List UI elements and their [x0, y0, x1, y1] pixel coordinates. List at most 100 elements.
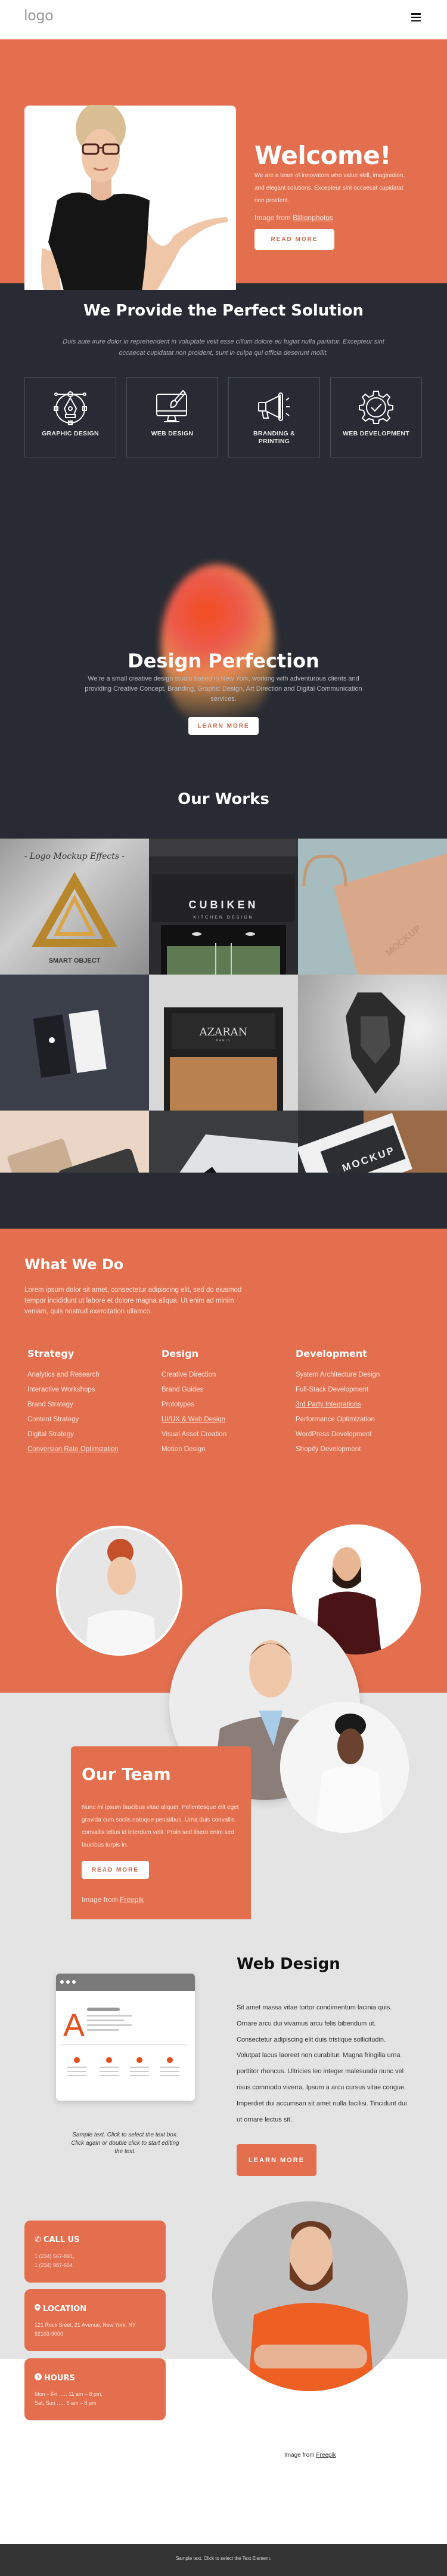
hero-text: We are a team of innovators who value sk…	[254, 169, 409, 207]
service-card-web-development[interactable]: WEB DEVELOPMENT	[330, 377, 422, 457]
footer: Sample text. Click to select the Text El…	[0, 2544, 447, 2576]
column-title: Strategy	[27, 1348, 119, 1359]
list-item: Interactive Workshops	[27, 1383, 119, 1397]
svg-text:PARIS: PARIS	[216, 1039, 231, 1043]
what-we-do-title: What We Do	[24, 1256, 123, 1273]
footer-text: Sample text. Click to select the Text El…	[0, 2556, 447, 2561]
work-item-azaran[interactable]: AZARAN PARIS	[149, 975, 298, 1111]
list-item: Full-Stack Development	[296, 1383, 380, 1397]
service-label: GRAPHIC DESIGN	[25, 430, 116, 438]
team-section: Our Team Nunc mi ipsum faucibus vitae al…	[0, 1496, 447, 1919]
svg-text:CUBIKEN: CUBIKEN	[188, 899, 258, 911]
team-card: Our Team Nunc mi ipsum faucibus vitae al…	[71, 1746, 251, 1919]
list-item: Digital Strategy	[27, 1427, 119, 1442]
works-gallery: - Logo Mockup Effects - SMART OBJECT CUB…	[0, 839, 447, 1173]
list-item: Shopify Development	[296, 1442, 380, 1457]
list-item: Performance Optimization	[296, 1412, 380, 1427]
work-caption: SMART OBJECT	[49, 957, 101, 964]
work-item-logo-mockup[interactable]: - Logo Mockup Effects - SMART OBJECT	[0, 839, 149, 975]
solutions-title: We Provide the Perfect Solution	[0, 302, 447, 320]
svg-text:- Logo Mockup Effects -: - Logo Mockup Effects -	[24, 852, 125, 861]
design-perfection-section: Design Perfection We're a small creative…	[0, 517, 447, 839]
megaphone-icon	[256, 389, 292, 425]
phone-icon: ✆	[35, 2235, 41, 2244]
list-item: Prototypes	[162, 1397, 226, 1412]
work-item-business-card-mockup[interactable]: MOCKUP MOCKUP	[298, 1111, 447, 1173]
team-text: Nunc mi ipsum faucibus vitae aliquet. Pe…	[82, 1801, 240, 1851]
read-more-button[interactable]: READ MORE	[254, 229, 334, 250]
solutions-text: Duis aute irure dolor in reprehenderit i…	[57, 336, 390, 359]
work-item-cards[interactable]: CARDS	[0, 1111, 149, 1173]
list-link[interactable]: UI/UX & Web Design	[162, 1416, 225, 1423]
list-item: Content Strategy	[27, 1412, 119, 1427]
column-title: Development	[296, 1348, 380, 1359]
contact-card-location: LOCATION 121 Rock Sreet, 21 Avenue, New …	[24, 2289, 166, 2351]
web-learn-more-button[interactable]: LEARN MORE	[237, 2144, 316, 2176]
clock-icon	[35, 2373, 42, 2383]
logo[interactable]: logo	[24, 7, 53, 24]
mockup-caption[interactable]: Sample text. Click to select the text bo…	[69, 2131, 182, 2156]
web-design-text: Sit amet massa vitae tortor condimentum …	[237, 2000, 409, 2127]
site-header: logo	[0, 0, 447, 39]
hamburger-icon[interactable]	[411, 13, 421, 21]
list-item: Brand Guides	[162, 1383, 226, 1397]
list-link[interactable]: Conversion Rate Optimization	[27, 1446, 119, 1453]
hero-title: Welcome!	[254, 141, 391, 170]
work-item-paper-bag[interactable]: MOCKUP	[298, 839, 447, 975]
gear-check-icon	[358, 389, 394, 425]
team-read-more-button[interactable]: READ MORE	[82, 1861, 149, 1879]
billionphotos-link[interactable]: Billionphotos	[293, 214, 333, 222]
team-member-photo	[56, 1526, 182, 1656]
svg-text:KITCHEN DESIGN: KITCHEN DESIGN	[193, 916, 254, 920]
solutions-section: We Provide the Perfect Solution Duis aut…	[0, 290, 447, 517]
map-pin-icon	[35, 2304, 41, 2314]
development-column: Development System Architecture Design F…	[296, 1348, 380, 1457]
design-column: Design Creative Direction Brand Guides P…	[162, 1348, 226, 1457]
freepik-link[interactable]: Freepik	[316, 2452, 336, 2459]
team-title: Our Team	[82, 1764, 171, 1784]
work-item-cubiken[interactable]: CUBIKEN KITCHEN DESIGN	[149, 839, 298, 975]
works-title: Our Works	[0, 790, 447, 808]
list-item: WordPress Development	[296, 1427, 380, 1442]
work-item-paper-logo[interactable]: MOCKUP	[149, 1111, 298, 1173]
pen-tool-icon	[52, 389, 88, 425]
freepik-link[interactable]: Freepik	[120, 1895, 144, 1904]
team-member-photo	[280, 1702, 409, 1833]
what-we-do-text: Lorem ipsum dolor sit amet, consectetur …	[24, 1285, 251, 1317]
what-we-do-section: What We Do Lorem ipsum dolor sit amet, c…	[0, 1229, 447, 1496]
list-item: Motion Design	[162, 1442, 226, 1457]
hero-credit: Image from Billionphotos	[254, 214, 333, 222]
hero-woman-image	[24, 105, 236, 290]
list-item: Visual Asset Creation	[162, 1427, 226, 1442]
hero-section: Welcome! We are a team of innovators who…	[0, 39, 447, 290]
contact-hours: Mon – Fri ….. 11 am – 8 pm,Sat, Sun ….. …	[35, 2390, 103, 2408]
contact-phones: 1 (234) 567-891,1 (234) 987-654	[35, 2252, 74, 2270]
svg-text:A: A	[63, 2008, 85, 2043]
browser-mockup-illustration: A	[56, 1974, 195, 2101]
list-link[interactable]: 3rd Party Integrations	[296, 1401, 361, 1408]
svg-text:AZARAN: AZARAN	[199, 1026, 248, 1038]
service-card-branding[interactable]: BRANDING & PRINTING	[228, 377, 320, 457]
contact-section: ✆CALL US 1 (234) 567-891,1 (234) 987-654…	[0, 2188, 447, 2544]
work-item-lion-logo[interactable]	[298, 975, 447, 1111]
list-item: Analytics and Research	[27, 1368, 119, 1383]
inline-link[interactable]: ut labore et	[79, 1297, 113, 1304]
monitor-brush-icon	[154, 389, 190, 425]
list-item: System Architecture Design	[296, 1368, 380, 1383]
strategy-column: Strategy Analytics and Research Interact…	[27, 1348, 119, 1457]
contact-address: 121 Rock Sreet, 21 Avenue, New York, NY9…	[35, 2321, 136, 2339]
service-card-graphic-design[interactable]: GRAPHIC DESIGN	[24, 377, 116, 457]
list-item: Creative Direction	[162, 1368, 226, 1383]
contact-card-call: ✆CALL US 1 (234) 567-891,1 (234) 987-654	[24, 2221, 166, 2283]
column-title: Design	[162, 1348, 226, 1359]
service-card-web-design[interactable]: WEB DESIGN	[126, 377, 218, 457]
contact-credit: Image from Freepik	[284, 2452, 336, 2459]
learn-more-button[interactable]: LEARN MORE	[188, 717, 259, 735]
service-label: WEB DEVELOPMENT	[331, 430, 421, 438]
browser-bar	[56, 1974, 195, 1991]
web-design-section: A Sample text. Click to select the text …	[0, 1919, 447, 2188]
work-item-business-cards[interactable]	[0, 975, 149, 1111]
service-label: WEB DESIGN	[127, 430, 218, 438]
list-item: Brand Strategy	[27, 1397, 119, 1412]
contact-card-hours: HOURS Mon – Fri ….. 11 am – 8 pm,Sat, Su…	[24, 2358, 166, 2420]
